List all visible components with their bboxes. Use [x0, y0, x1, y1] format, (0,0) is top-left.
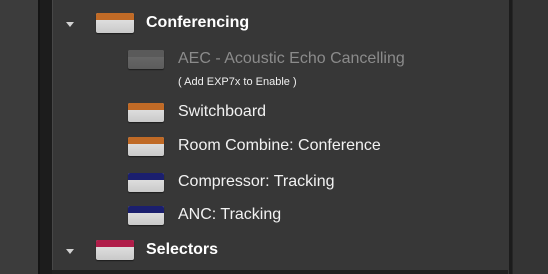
item-label: Room Combine: Conference — [178, 137, 381, 154]
switchboard-block-icon — [128, 102, 164, 122]
group-label: Conferencing — [146, 14, 250, 31]
room-combine-block-icon — [128, 136, 164, 156]
tree-item-anc[interactable]: ANC: Tracking — [128, 202, 281, 228]
tree-group-selectors[interactable]: Selectors — [66, 236, 218, 264]
right-gutter — [512, 0, 548, 274]
folder-block-icon — [96, 13, 134, 33]
expand-arrow-icon[interactable] — [66, 248, 74, 254]
expand-arrow-icon[interactable] — [66, 21, 74, 27]
aec-enable-note: ( Add EXP7x to Enable ) — [178, 76, 297, 88]
block-library-panel: Conferencing AEC - Acoustic Echo Cancell… — [0, 0, 548, 274]
tree-group-conferencing[interactable]: Conferencing — [66, 9, 249, 37]
tree-item-aec: AEC - Acoustic Echo Cancelling — [128, 46, 405, 72]
item-label: AEC - Acoustic Echo Cancelling — [178, 50, 405, 67]
item-label: Switchboard — [178, 103, 267, 120]
tree-item-room-combine[interactable]: Room Combine: Conference — [128, 133, 381, 159]
panel-bottom-edge — [52, 270, 508, 274]
anc-block-icon — [128, 205, 164, 225]
tree-item-switchboard[interactable]: Switchboard — [128, 99, 266, 125]
group-label: Selectors — [146, 241, 219, 258]
aec-block-icon — [128, 49, 164, 69]
tree-item-compressor[interactable]: Compressor: Tracking — [128, 169, 335, 195]
item-label: ANC: Tracking — [178, 206, 282, 223]
left-gutter — [0, 0, 40, 274]
compressor-block-icon — [128, 172, 164, 192]
folder-block-icon — [96, 240, 134, 260]
item-label: Compressor: Tracking — [178, 173, 335, 190]
